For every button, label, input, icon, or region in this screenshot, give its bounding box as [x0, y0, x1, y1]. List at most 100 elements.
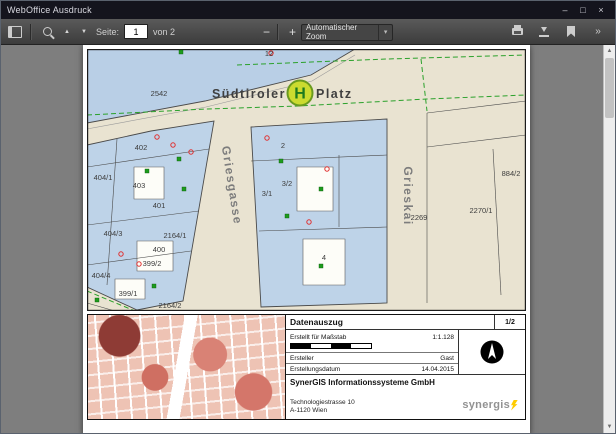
green-point-symbol	[177, 157, 181, 161]
pdf-viewer-area[interactable]: HSüdtirolerPlatzGriesgasseGrieskai122542…	[1, 45, 615, 433]
parcel-label: 404/3	[104, 229, 123, 238]
lightning-icon	[511, 400, 518, 411]
vertical-scrollbar[interactable]: ▲ ▼	[603, 45, 615, 433]
scale-value: 1:1.128	[432, 334, 454, 341]
parcel-label: 2	[281, 141, 285, 150]
toolbar-separator	[30, 24, 32, 40]
address-line-2: A-1120 Wien	[290, 407, 355, 415]
parcel-label: 884/2	[502, 169, 521, 178]
parcel-label: 404/4	[92, 271, 111, 280]
creator-label: Ersteller	[290, 355, 314, 362]
toolbar-separator	[277, 24, 279, 40]
minimize-button[interactable]: –	[557, 4, 573, 17]
search-icon	[43, 27, 52, 36]
green-point-symbol	[182, 187, 186, 191]
find-button[interactable]	[37, 22, 57, 42]
download-button[interactable]	[534, 22, 554, 42]
data-extract-title: Datenauszug	[286, 315, 494, 329]
parcel-label: 2164/1	[164, 231, 187, 240]
address-line-1: Technologiestrasse 10	[290, 399, 355, 407]
next-page-button[interactable]: ▼	[77, 22, 91, 42]
map-sheet-footer: Datenauszug 1/2 Erstellt für Maßstab 1:1…	[87, 314, 526, 420]
transit-stop-letter: H	[294, 86, 306, 103]
creator-value: Gast	[440, 355, 454, 362]
date-label: Erstellungsdatum	[290, 366, 340, 373]
window-title: WebOffice Ausdruck	[7, 5, 557, 15]
parcel-label: 399/1	[119, 289, 138, 298]
data-extract-body: Erstellt für Maßstab 1:1.128 Ersteller G…	[286, 330, 525, 375]
north-arrow-cell	[458, 330, 525, 374]
sidebar-toggle-button[interactable]	[5, 22, 25, 42]
synergis-logo: synergis	[462, 399, 518, 411]
parcel-label: 402	[135, 143, 148, 152]
cadastral-map: HSüdtirolerPlatzGriesgasseGrieskai122542…	[87, 49, 526, 311]
place-label: Südtiroler	[212, 87, 286, 101]
pdf-page: HSüdtirolerPlatzGriesgasseGrieskai122542…	[83, 45, 530, 433]
page-count-label: von 2	[153, 27, 175, 37]
zoom-controls: − + Automatischer Zoom ▾	[257, 19, 393, 45]
chevron-down-icon: ▾	[378, 25, 392, 40]
scroll-up-button[interactable]: ▲	[604, 45, 615, 57]
parcel-label: 2270/1	[470, 206, 493, 215]
parcel-label: 2542	[151, 89, 168, 98]
green-point-symbol	[179, 50, 183, 54]
more-tools-button[interactable]: »	[588, 22, 608, 42]
close-button[interactable]: ×	[593, 4, 609, 17]
print-icon	[512, 28, 523, 35]
place-label: Platz	[316, 87, 353, 101]
chevron-double-icon: »	[595, 27, 601, 37]
pdf-toolbar: ▲ ▼ Seite: von 2 − + Automatischer Zoom …	[1, 19, 615, 45]
zoom-out-button[interactable]: −	[257, 23, 273, 41]
window-titlebar: WebOffice Ausdruck – □ ×	[1, 1, 615, 19]
company-name: SynerGIS Informationssysteme GmbH	[290, 378, 521, 387]
creator-row: Ersteller Gast	[286, 353, 458, 364]
data-extract-header: Datenauszug 1/2	[286, 315, 525, 330]
overview-map	[87, 314, 286, 420]
parcel-label: 3/2	[282, 179, 292, 188]
zoom-select[interactable]: Automatischer Zoom ▾	[301, 24, 393, 41]
parcel-label: 404/1	[94, 173, 113, 182]
parcel-label: 3/1	[262, 189, 272, 198]
scale-row: Erstellt für Maßstab 1:1.128	[286, 330, 458, 353]
scrollbar-thumb[interactable]	[605, 58, 614, 118]
scale-label: Erstellt für Maßstab	[290, 334, 346, 341]
synergis-logo-text: synergis	[462, 399, 510, 411]
download-icon	[539, 27, 549, 37]
north-arrow-icon	[477, 337, 507, 367]
company-block: SynerGIS Informationssysteme GmbH Techno…	[286, 375, 525, 419]
bookmark-button[interactable]	[561, 22, 581, 42]
green-point-symbol	[285, 214, 289, 218]
zoom-in-button[interactable]: +	[283, 23, 299, 41]
application-window: WebOffice Ausdruck – □ × ▲ ▼ Seite: von …	[0, 0, 616, 434]
green-point-symbol	[319, 187, 323, 191]
company-address: Technologiestrasse 10 A-1120 Wien	[290, 399, 355, 415]
zoom-select-value: Automatischer Zoom	[306, 23, 378, 41]
parcel-label: 2269	[411, 213, 428, 222]
parcel-label: 401	[153, 201, 166, 210]
green-point-symbol	[95, 298, 99, 302]
date-row: Erstellungsdatum 14.04.2015	[286, 364, 458, 374]
window-controls: – □ ×	[557, 4, 609, 17]
green-point-symbol	[319, 264, 323, 268]
green-point-symbol	[145, 169, 149, 173]
parcel-label: 400	[153, 245, 166, 254]
print-button[interactable]	[507, 22, 527, 42]
parcel-label: 12	[265, 49, 273, 58]
bookmark-icon	[567, 26, 575, 37]
green-point-symbol	[279, 159, 283, 163]
sheet-page-number: 1/2	[494, 315, 525, 329]
parcel-label: 2164/2	[159, 301, 182, 310]
data-extract-box: Datenauszug 1/2 Erstellt für Maßstab 1:1…	[286, 314, 526, 420]
data-extract-rows: Erstellt für Maßstab 1:1.128 Ersteller G…	[286, 330, 458, 374]
cadastral-map-svg: HSüdtirolerPlatzGriesgasseGrieskai122542…	[87, 49, 526, 311]
sidebar-icon	[8, 26, 22, 38]
page-label: Seite:	[96, 27, 119, 37]
page-number-input[interactable]	[124, 24, 148, 39]
maximize-button[interactable]: □	[575, 4, 591, 17]
previous-page-button[interactable]: ▲	[60, 22, 74, 42]
parcel-label: 4	[322, 253, 326, 262]
scroll-down-button[interactable]: ▼	[604, 421, 615, 433]
toolbar-right-group: »	[507, 22, 611, 42]
parcel-label: 403	[133, 181, 146, 190]
green-point-symbol	[152, 284, 156, 288]
